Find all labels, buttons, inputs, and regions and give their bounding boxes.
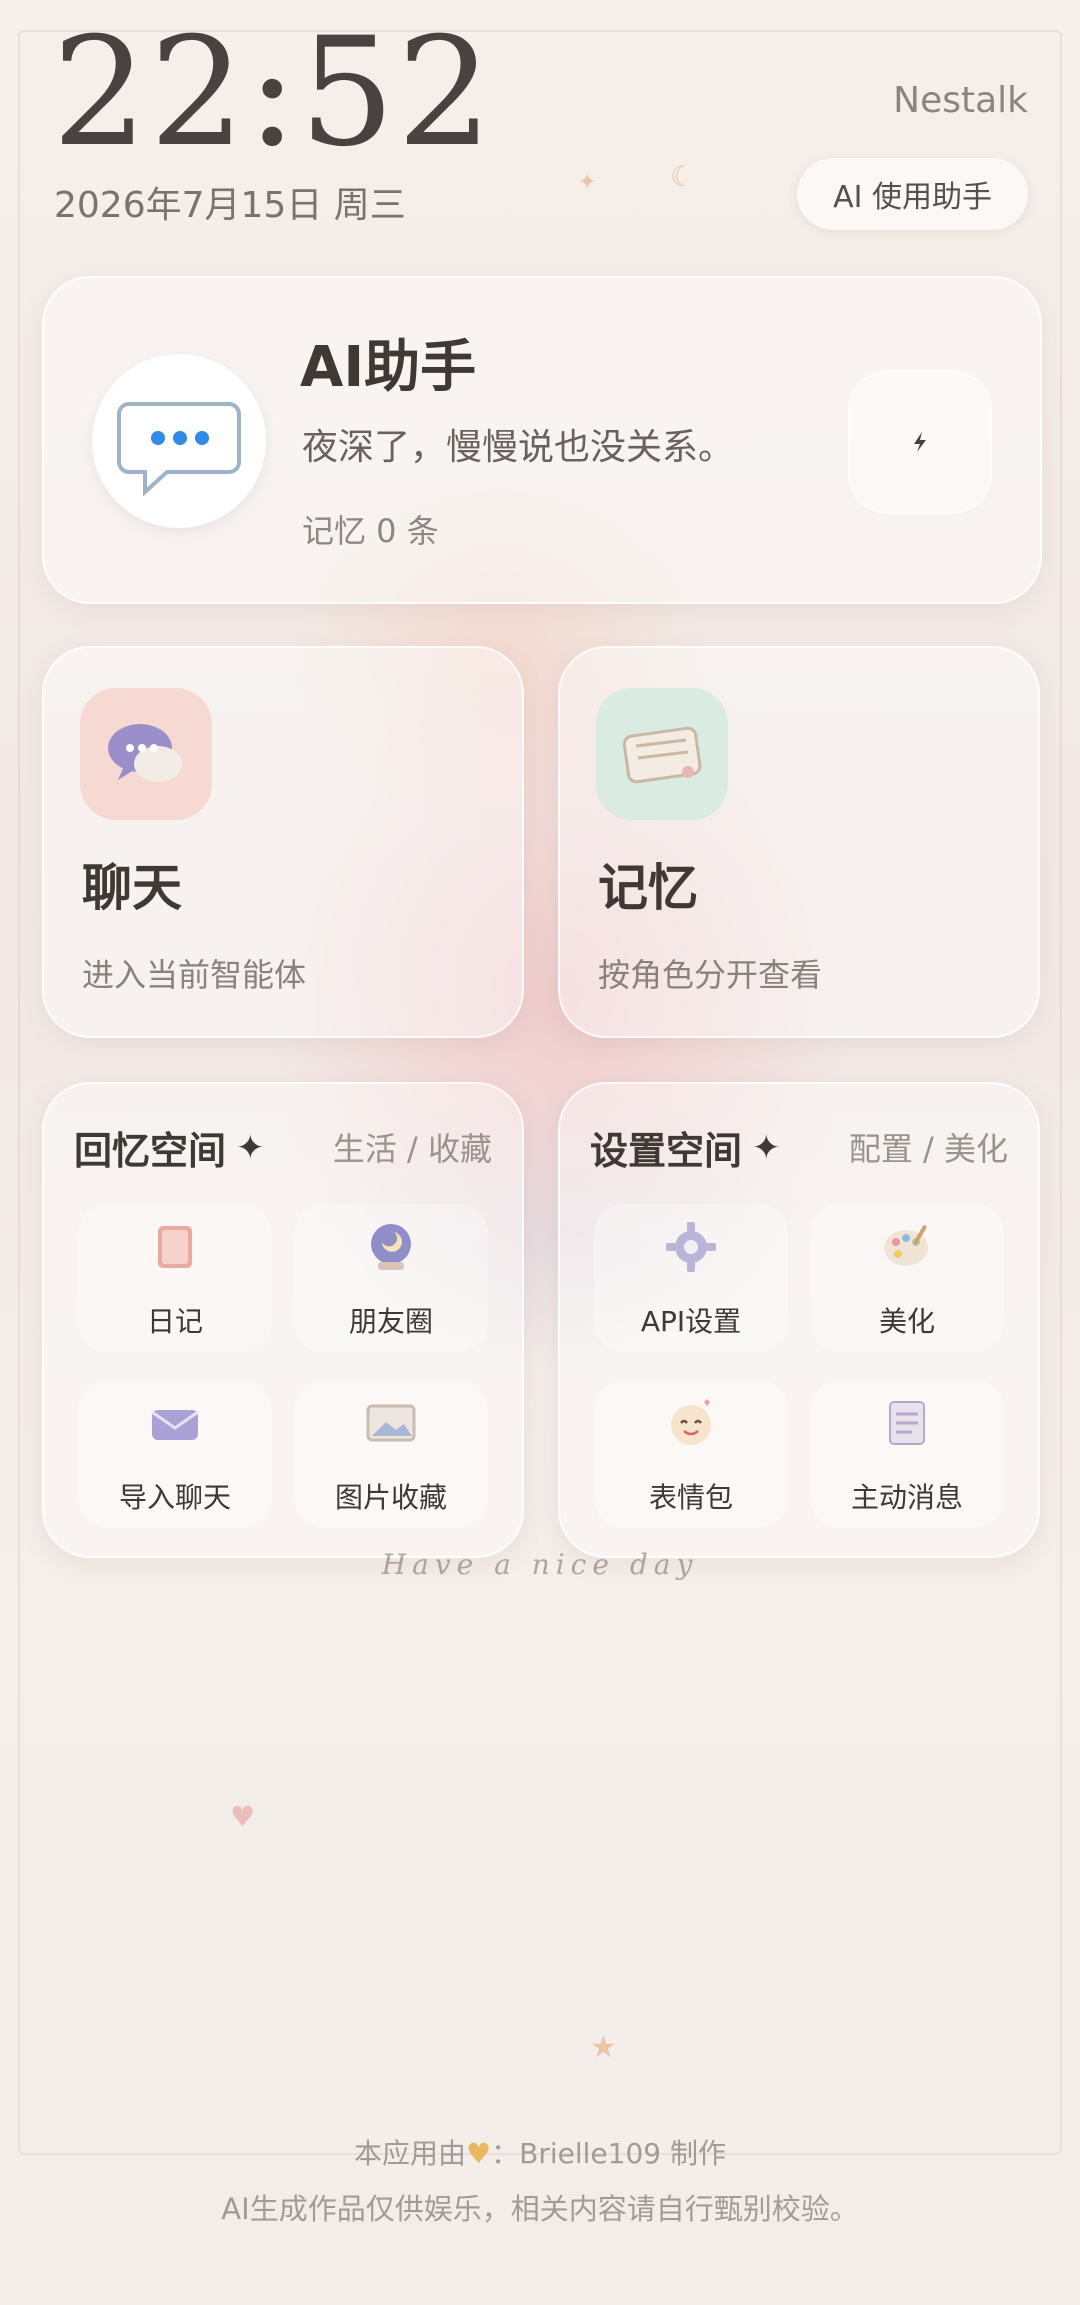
import-chat-label: 导入聊天 xyxy=(118,1481,231,1514)
picture-frame-icon xyxy=(366,1404,416,1442)
heart-hands-icon: ♥ xyxy=(466,2137,492,2170)
heart-decoration-icon: ♥ xyxy=(230,1800,256,1833)
envelope-icon xyxy=(151,1410,199,1440)
chat-bubble-icon xyxy=(117,402,241,497)
moon-decoration-icon: ☾ xyxy=(670,160,696,193)
clock-date: 2026年7月15日 周三 xyxy=(54,185,406,226)
diary-book-icon xyxy=(158,1226,192,1268)
recall-space-heading: 回忆空间 ✦ xyxy=(74,1120,265,1175)
settings-space-heading: 设置空间 ✦ xyxy=(590,1120,781,1175)
palette-icon xyxy=(884,1225,928,1266)
memory-card-icon-tile xyxy=(596,688,728,820)
settings-space-title: 设置空间 xyxy=(590,1129,743,1173)
assistant-subtitle: 夜深了，慢慢说也没关系。 xyxy=(302,427,735,468)
sparkle-decoration-icon: ✦ xyxy=(578,170,597,195)
photo-collection-label: 图片收藏 xyxy=(334,1481,447,1514)
credit-line: 本应用由♥：Brielle109 制作 xyxy=(0,2132,1080,2172)
chat-card-icon-tile xyxy=(80,688,212,820)
moments-label: 朋友圈 xyxy=(348,1305,433,1338)
photo-collection-tile[interactable]: 图片收藏 xyxy=(294,1380,488,1528)
beautify-label: 美化 xyxy=(878,1305,935,1338)
brand-label: Nestalk xyxy=(893,80,1028,121)
api-settings-label: API设置 xyxy=(640,1305,742,1338)
sparkle-icon: ✦ xyxy=(236,1127,265,1168)
chat-card-title: 聊天 xyxy=(82,859,182,917)
wallpaper-caption: Have a nice day xyxy=(381,1548,699,1581)
checklist-icon xyxy=(889,1401,925,1445)
memory-card-title: 记忆 xyxy=(598,859,698,917)
import-chat-tile[interactable]: 导入聊天 xyxy=(78,1380,272,1528)
api-settings-tile[interactable]: API设置 xyxy=(594,1204,788,1352)
crystal-ball-icon xyxy=(371,1224,411,1270)
recall-space-title: 回忆空间 xyxy=(74,1129,227,1173)
moments-tile[interactable]: 朋友圈 xyxy=(294,1204,488,1352)
proactive-message-tile[interactable]: 主动消息 xyxy=(810,1380,1004,1528)
memory-card[interactable]: 记忆 按角色分开查看 xyxy=(558,646,1040,1038)
proactive-message-label: 主动消息 xyxy=(850,1481,963,1514)
star-decoration-icon: ★ xyxy=(590,2030,617,2065)
beautify-tile[interactable]: 美化 xyxy=(810,1204,1004,1352)
chat-card[interactable]: 聊天 进入当前智能体 xyxy=(42,646,524,1038)
smiley-face-icon xyxy=(671,1399,711,1445)
credit-prefix: 本应用由 xyxy=(354,2137,467,2170)
memory-card-subtitle: 按角色分开查看 xyxy=(598,956,823,994)
recall-space-panel: 回忆空间 ✦ 生活 / 收藏 日记 朋友圈 导入聊天 图片收藏 xyxy=(42,1082,524,1558)
quick-action-button[interactable] xyxy=(848,370,992,514)
diary-label: 日记 xyxy=(146,1305,203,1338)
gear-icon xyxy=(666,1222,716,1272)
assistant-card[interactable]: AI助手 夜深了，慢慢说也没关系。 记忆 0 条 xyxy=(42,276,1042,604)
stickers-label: 表情包 xyxy=(648,1481,733,1514)
diary-tile[interactable]: 日记 xyxy=(78,1204,272,1352)
notebook-icon xyxy=(622,726,702,784)
assistant-title: AI助手 xyxy=(300,335,477,400)
recall-space-tag: 生活 / 收藏 xyxy=(332,1130,492,1168)
memory-count: 记忆 0 条 xyxy=(302,512,439,550)
clock-time: 22:52 xyxy=(52,6,495,180)
settings-space-tag: 配置 / 美化 xyxy=(848,1130,1008,1168)
sparkle-icon: ✦ xyxy=(752,1127,781,1168)
chat-card-subtitle: 进入当前智能体 xyxy=(82,956,307,994)
assistant-avatar xyxy=(92,354,266,528)
chat-bubbles-icon xyxy=(108,724,182,782)
lightning-icon xyxy=(914,432,926,452)
disclaimer: AI生成作品仅供娱乐，相关内容请自行甄别校验。 xyxy=(221,2192,859,2226)
stickers-tile[interactable]: 表情包 xyxy=(594,1380,788,1528)
credit-author: ：Brielle109 制作 xyxy=(491,2137,726,2170)
settings-space-panel: 设置空间 ✦ 配置 / 美化 API设置 美化 表情包 主动消息 xyxy=(558,1082,1040,1558)
ai-help-button[interactable]: AI 使用助手 xyxy=(797,158,1028,230)
